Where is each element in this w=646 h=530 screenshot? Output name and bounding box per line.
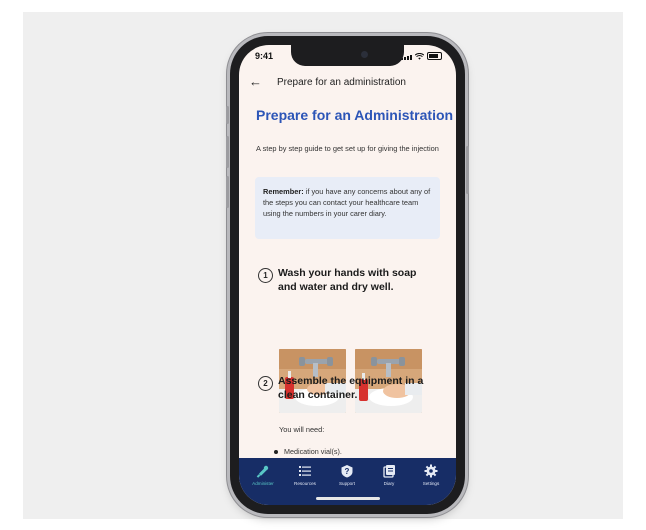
top-nav-bar: ← Prepare for an administration [239,71,456,95]
tab-label: Administer [252,481,274,486]
page-title: Prepare for an Administration [256,107,454,123]
tab-label: Diary [383,481,395,486]
tab-label: Resources [294,481,316,486]
diary-icon [383,465,395,478]
callout-bold: Remember: [263,187,304,196]
tab-support[interactable]: ? Support [327,464,367,486]
phone-screen: 9:41 ← Prepare for an administration Pre… [239,45,456,505]
camera-icon [361,51,368,58]
status-indicators [401,52,442,60]
battery-icon [427,52,442,60]
volume-down-button [226,176,229,208]
nav-title: Prepare for an administration [277,77,406,88]
tab-resources[interactable]: Resources [285,464,325,486]
back-arrow-icon[interactable]: ← [249,74,262,89]
intro-text: A step by step guide to get set up for g… [256,144,439,153]
you-will-need-label: You will need: [279,425,325,434]
scroll-content[interactable]: Prepare for an Administration A step by … [239,99,456,459]
tab-settings[interactable]: Settings [411,464,451,486]
step-title: Assemble the equipment in a clean contai… [278,375,424,401]
tab-label: Settings [422,481,440,486]
gear-icon [424,464,438,478]
status-time: 9:41 [255,51,274,61]
phone-notch [291,45,404,66]
equipment-list-item: Medication vial(s). [274,447,342,456]
tab-label: Support [338,481,356,486]
reminder-callout: Remember: if you have any concerns about… [255,177,440,239]
wifi-icon [415,53,424,60]
callout-text: Remember: if you have any concerns about… [263,186,433,219]
mute-switch [226,106,229,124]
svg-text:?: ? [345,467,350,476]
power-button [466,146,469,194]
syringe-icon [256,465,269,478]
help-icon: ? [341,465,353,478]
step-number: 1 [258,268,273,283]
volume-up-button [226,136,229,168]
step-1: 1 Wash your hands with soap and water an… [258,267,443,312]
tab-administer[interactable]: Administer [243,464,283,486]
home-indicator[interactable] [316,497,380,500]
tab-diary[interactable]: Diary [369,464,409,486]
step-title: Wash your hands with soap and water and … [278,267,417,293]
bottom-tab-bar: Administer Resources ? Support Diary Set… [239,458,456,505]
step-number: 2 [258,376,273,391]
phone-mockup: 9:41 ← Prepare for an administration Pre… [226,36,469,514]
list-icon [299,466,311,476]
step-2: 2 Assemble the equipment in a clean cont… [258,375,443,411]
